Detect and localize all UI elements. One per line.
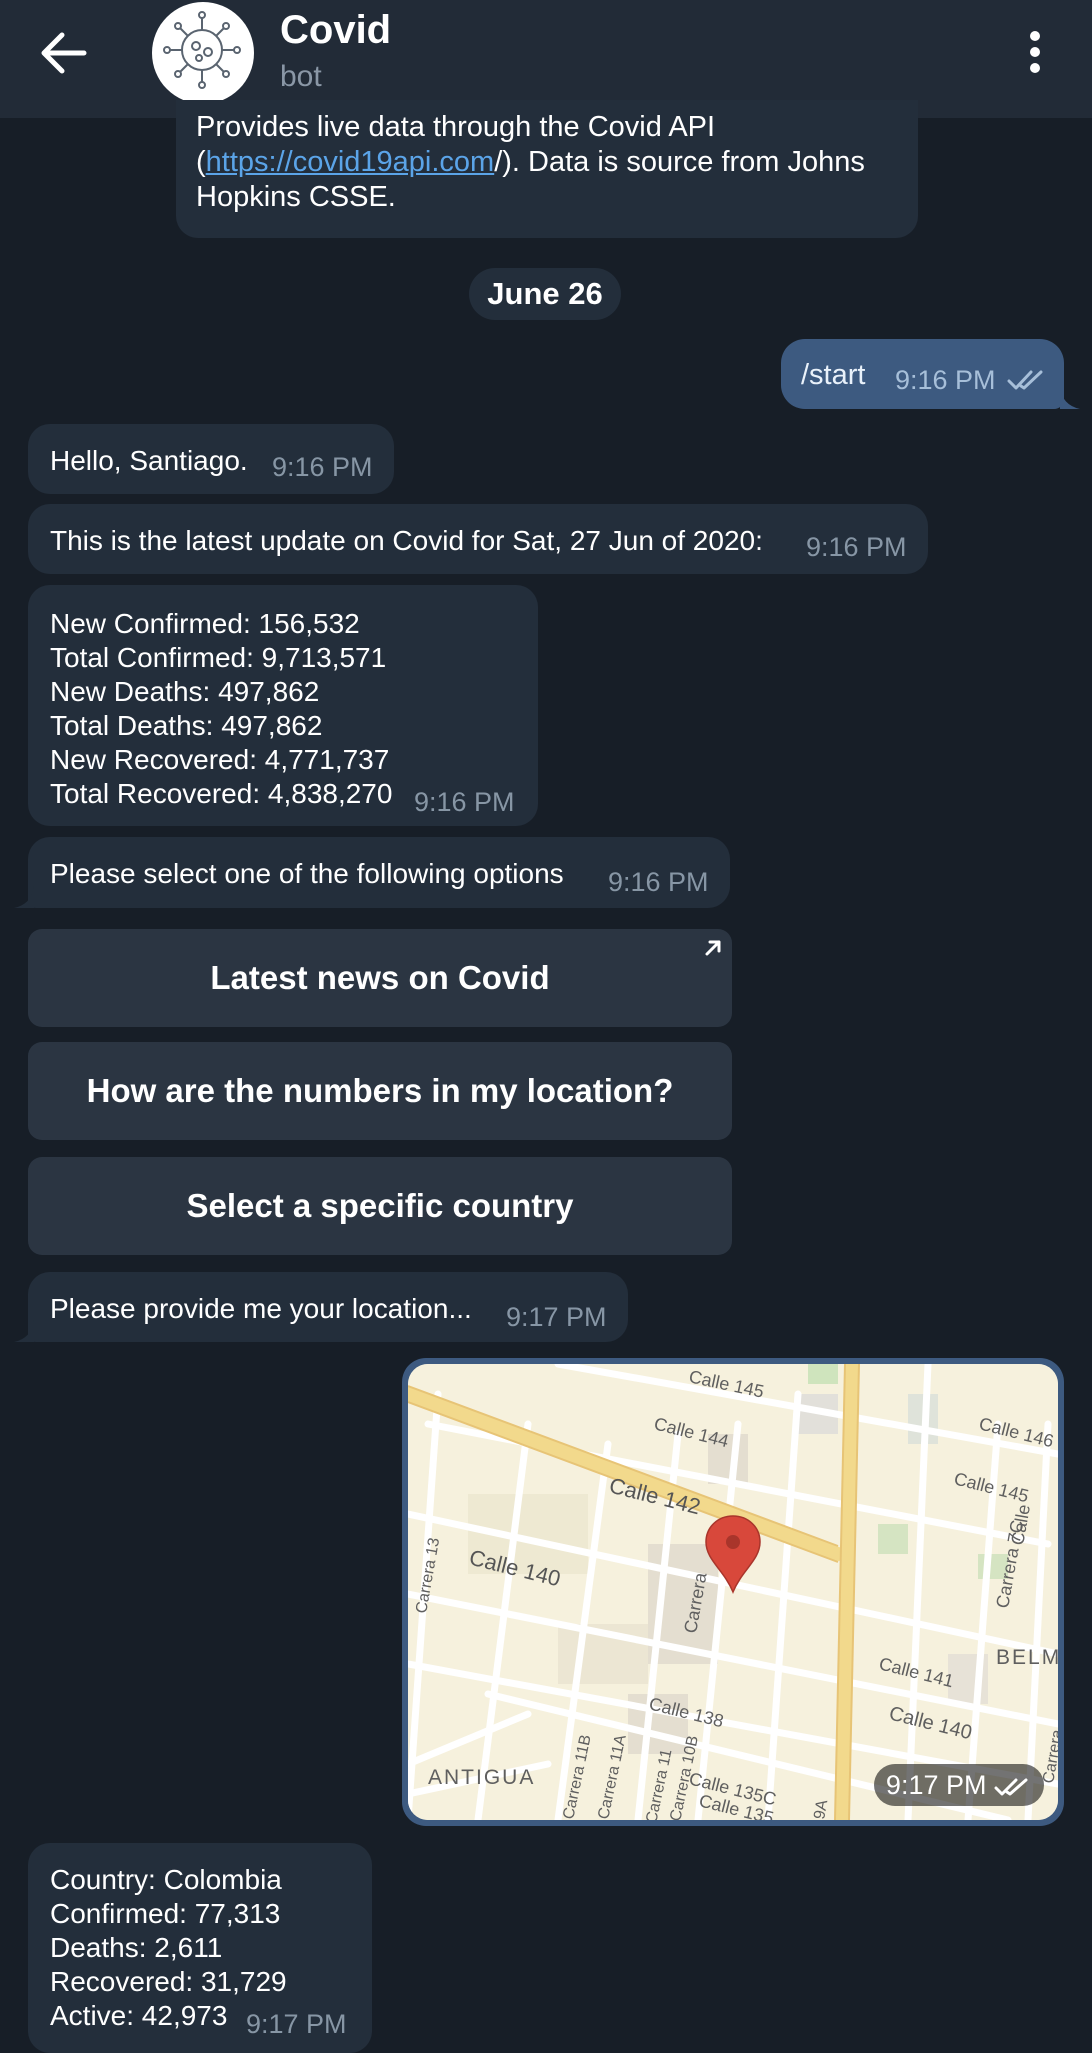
double-check-icon — [1007, 370, 1043, 390]
country-name: Country: Colombia — [50, 1864, 282, 1895]
location-map[interactable]: Calle 145 Calle 144 Calle 142 Calle 146 … — [408, 1364, 1058, 1820]
location-time-badge: 9:17 PM — [873, 1764, 1044, 1806]
chat-subtitle: bot — [280, 60, 322, 93]
bot-message-options: Please select one of the following optio… — [28, 837, 730, 908]
update-time: 9:16 PM — [806, 532, 907, 562]
map-label-antigua: ANTIGUA — [428, 1766, 535, 1789]
location-time: 9:17 PM — [885, 1770, 987, 1800]
outgoing-bubble-tail — [1060, 387, 1080, 409]
country-deaths: Deaths: 2,611 — [50, 1932, 223, 1963]
update-text: This is the latest update on Covid for S… — [50, 525, 763, 556]
map-label-9a: 9A — [811, 1798, 831, 1820]
more-options-button[interactable] — [1020, 26, 1050, 78]
provide-location-text: Please provide me your location... — [50, 1293, 472, 1324]
location-message[interactable]: Calle 145 Calle 144 Calle 142 Calle 146 … — [402, 1358, 1064, 1826]
hello-text: Hello, Santiago. — [50, 445, 248, 476]
outgoing-message: /start 9:16 PM — [781, 339, 1064, 409]
covid-api-link[interactable]: https://covid19api.com — [206, 146, 495, 178]
chat-title[interactable]: Covid — [280, 8, 391, 53]
stat-total-confirmed: Total Confirmed: 9,713,571 — [50, 642, 387, 673]
bot-avatar[interactable] — [152, 2, 254, 104]
hello-time: 9:16 PM — [272, 452, 373, 482]
bot-message-country-stats: Country: Colombia Confirmed: 77,313 Deat… — [28, 1843, 372, 2053]
outgoing-message-text: /start — [801, 359, 866, 391]
date-separator: June 26 — [469, 268, 621, 320]
map-label-belmi: BELMI — [996, 1646, 1058, 1669]
map-graphic: Calle 145 Calle 144 Calle 142 Calle 146 … — [408, 1364, 1058, 1820]
bot-message-stats: New Confirmed: 156,532 Total Confirmed: … — [28, 585, 538, 826]
provide-location-time: 9:17 PM — [506, 1302, 607, 1332]
back-button[interactable] — [38, 28, 98, 78]
bot-intro-message: Provides live data through the Covid API… — [176, 100, 918, 238]
stat-new-recovered: New Recovered: 4,771,737 — [50, 744, 390, 775]
stat-new-confirmed: New Confirmed: 156,532 — [50, 608, 360, 639]
external-link-arrow-icon — [705, 940, 721, 956]
stat-new-deaths: New Deaths: 497,862 — [50, 676, 320, 707]
latest-news-button[interactable]: Latest news on Covid — [28, 929, 732, 1027]
location-numbers-button[interactable]: How are the numbers in my location? — [28, 1042, 732, 1140]
location-numbers-label: How are the numbers in my location? — [86, 1072, 674, 1109]
country-stats-time: 9:17 PM — [246, 2009, 347, 2039]
bot-message-provide-location: Please provide me your location... 9:17 … — [28, 1272, 628, 1342]
select-country-button[interactable]: Select a specific country — [28, 1157, 732, 1255]
more-vertical-icon — [1030, 31, 1040, 73]
incoming-bubble-tail — [14, 1320, 34, 1342]
stats-time: 9:16 PM — [414, 787, 515, 817]
double-check-icon — [994, 1778, 1028, 1796]
incoming-bubble-tail — [14, 886, 34, 908]
options-time: 9:16 PM — [608, 867, 709, 897]
stat-total-deaths: Total Deaths: 497,862 — [50, 710, 323, 741]
options-text: Please select one of the following optio… — [50, 858, 564, 889]
virus-icon — [163, 11, 241, 89]
select-country-label: Select a specific country — [186, 1187, 574, 1224]
bot-message-hello: Hello, Santiago. 9:16 PM — [28, 424, 394, 494]
country-confirmed: Confirmed: 77,313 — [50, 1898, 281, 1929]
country-recovered: Recovered: 31,729 — [50, 1966, 287, 1997]
back-arrow-icon — [41, 32, 87, 74]
bot-message-update: This is the latest update on Covid for S… — [28, 504, 928, 574]
outgoing-message-time: 9:16 PM — [895, 365, 996, 395]
latest-news-label: Latest news on Covid — [210, 959, 550, 996]
